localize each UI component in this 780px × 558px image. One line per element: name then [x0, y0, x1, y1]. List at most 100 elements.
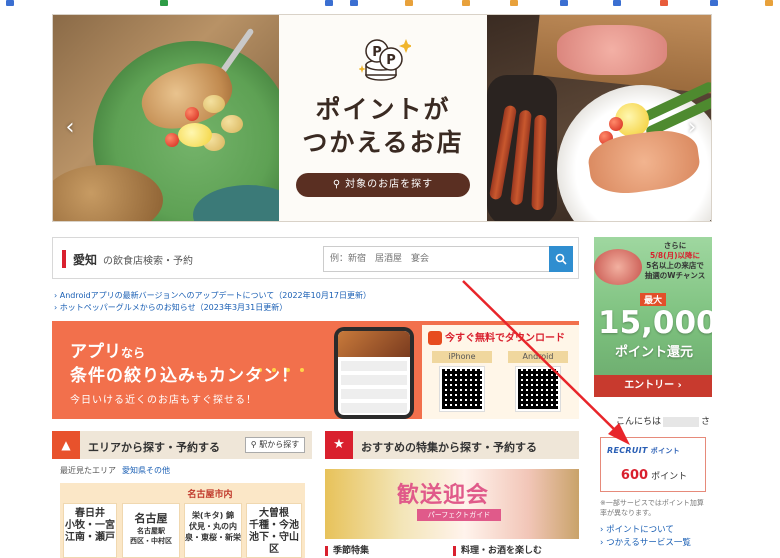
- area-cell-ozone[interactable]: 大曽根 千種・今池 池下・守山区: [246, 503, 302, 558]
- svg-text:P: P: [386, 53, 396, 68]
- point-amount: 600: [620, 468, 649, 483]
- station-search-label: 駅から探す: [259, 440, 300, 449]
- area-cell-text: 泉・東桜・新栄: [185, 533, 241, 542]
- area-cell-text: 名古屋: [134, 512, 168, 525]
- area-cell-text: 千種・今池: [249, 520, 299, 531]
- promo-return-label: ポイント還元: [614, 345, 693, 360]
- android-qr-code[interactable]: [515, 366, 561, 412]
- location-pin-icon: ▲: [52, 431, 80, 459]
- hero-food-photo-right: [487, 15, 711, 221]
- area-section-title: エリアから探す・予約する: [88, 441, 220, 454]
- promo-food-image: [594, 249, 642, 285]
- area-section-header: ▲ エリアから探す・予約する ⚲ 駅から探す: [52, 431, 312, 459]
- area-cell-text: 池下・守山区: [249, 532, 299, 555]
- download-title-text: 今すぐ無料でダウンロード: [445, 333, 565, 344]
- link-services-list[interactable]: つかえるサービス一覧: [600, 537, 691, 550]
- recent-area-link[interactable]: 愛知県その他: [122, 466, 170, 475]
- recruit-logo: RECRUIT ポイント: [607, 446, 680, 456]
- point-note: ※一部サービスではポイント加算率が異なります。: [600, 499, 704, 517]
- search-icon: [555, 253, 567, 265]
- search-bar: 愛知 の飲食店検索・予約: [52, 237, 579, 279]
- area-cell-kasugai[interactable]: 春日井 小牧・一宮 江南・瀬戸: [63, 503, 117, 558]
- top-strip: [0, 0, 780, 8]
- link-about-points[interactable]: ポイントについて: [600, 524, 691, 537]
- recruit-point-card[interactable]: RECRUIT ポイント 600 ポイント: [600, 437, 706, 492]
- user-name-redacted: [663, 416, 700, 427]
- area-grid: 春日井 小牧・一宮 江南・瀬戸 名古屋市内 名古屋 名古屋駅 西区・中村区 栄(…: [60, 483, 305, 558]
- app-banner-line2-small: も: [196, 370, 210, 384]
- search-subtitle: の飲食店検索・予約: [103, 256, 193, 267]
- area-cell-text: 伏見・丸の内: [189, 522, 237, 531]
- app-logo-icon: [428, 331, 442, 345]
- promo-line1: さらに: [663, 241, 687, 250]
- search-input[interactable]: [323, 246, 551, 272]
- app-banner-line2: 条件の絞り込みもカンタン！: [70, 361, 299, 386]
- app-banner-line1-small: なら: [121, 346, 146, 360]
- android-label: Android: [508, 351, 568, 363]
- find-shops-button[interactable]: ⚲ 対象のお店を探す: [296, 173, 470, 197]
- user-points-panel: こんにちは さん RECRUIT ポイント 600 ポイント ※一部サービスではポイ…: [594, 408, 712, 558]
- notice-link-news[interactable]: › ホットペッパーグルメからのお知らせ（2023年3月31日更新）: [54, 302, 371, 314]
- area-cell-subtext: 西区・中村区: [130, 537, 172, 545]
- area-cell-sakae[interactable]: 栄(キタ) 錦 伏見・丸の内 泉・東桜・新栄: [184, 503, 242, 558]
- chevron-right-icon[interactable]: ›: [683, 115, 701, 141]
- entry-button[interactable]: エントリー ›: [594, 375, 712, 397]
- notice-text: Androidアプリの最新バージョンへのアップデートについて（2022年10月1…: [59, 291, 371, 300]
- promo-amount: 15,000: [598, 305, 712, 341]
- point-balance: 600 ポイント: [601, 468, 707, 483]
- recommend-section-header: ★ おすすめの特集から探す・予約する: [325, 431, 579, 459]
- download-title: 今すぐ無料でダウンロード: [428, 329, 565, 345]
- phone-mockup: [334, 327, 414, 419]
- search-icon: ⚲: [332, 179, 342, 190]
- recommend-section-title: おすすめの特集から探す・予約する: [361, 441, 537, 454]
- chevron-left-icon[interactable]: ‹: [61, 115, 79, 141]
- brand-name: RECRUIT: [607, 446, 648, 455]
- coin-stack-icon: P P: [359, 39, 411, 81]
- download-panel: 今すぐ無料でダウンロード iPhone Android: [422, 325, 579, 419]
- search-accent-bar: [62, 250, 66, 268]
- hero-title-line2: つかえるお店: [302, 128, 464, 157]
- promo-line2: 5/8(月)以降に: [649, 251, 701, 260]
- tab-food-drink[interactable]: 料理・お酒を楽しむ: [453, 543, 542, 556]
- recent-areas: 最近見たエリア 愛知県その他: [60, 465, 170, 476]
- promo-line4: 抽選のWチャンス: [644, 271, 706, 280]
- feature-subtitle: パーフェクトガイド: [417, 509, 501, 521]
- iphone-label: iPhone: [432, 351, 492, 363]
- search-area-name[interactable]: 愛知: [73, 251, 97, 268]
- feature-title: 歓送迎会: [397, 482, 490, 508]
- area-cell-text: 江南・瀬戸: [65, 532, 115, 543]
- area-cell-subtext: 名古屋駅: [137, 527, 165, 535]
- promo-header: さらに 5/8(月)以降に 5名以上の来店で 抽選のWチャンス: [638, 241, 712, 281]
- app-download-banner[interactable]: アプリなら 条件の絞り込みもカンタン！ 今日いける近くのお店もすぐ探せる！ 今す…: [52, 321, 579, 419]
- point-campaign-banner[interactable]: さらに 5/8(月)以降に 5名以上の来店で 抽選のWチャンス 最大 15,00…: [594, 237, 712, 397]
- star-icon: ★: [325, 431, 353, 459]
- app-banner-line1: アプリなら: [70, 337, 145, 362]
- notice-text: ホットペッパーグルメからのお知らせ（2023年3月31日更新）: [59, 303, 288, 312]
- app-banner-line2-b: カンタン！: [209, 366, 300, 386]
- recent-areas-label: 最近見たエリア: [60, 466, 116, 475]
- hero-banner[interactable]: P P ポイントが つかえるお店 ⚲ 対象のお店を探す ‹ ›: [52, 14, 712, 222]
- point-unit: ポイント: [651, 472, 688, 482]
- area-cell-text: 栄(キタ) 錦: [191, 511, 235, 520]
- tab-seasonal[interactable]: 季節特集: [325, 543, 369, 556]
- area-search-section: ▲ エリアから探す・予約する ⚲ 駅から探す 最近見たエリア 愛知県その他 春日井…: [52, 431, 312, 558]
- iphone-qr-code[interactable]: [439, 366, 485, 412]
- promo-line3: 5名以上の来店で: [646, 261, 704, 270]
- farewell-party-feature-banner[interactable]: 歓送迎会 パーフェクトガイド: [325, 469, 579, 539]
- notice-list: › Androidアプリの最新バージョンへのアップデートについて（2022年10…: [54, 290, 371, 314]
- point-links: ポイントについて つかえるサービス一覧: [600, 524, 691, 550]
- app-banner-line2-a: 条件の絞り込み: [70, 366, 196, 386]
- search-button[interactable]: [549, 246, 573, 272]
- app-banner-line1-big: アプリ: [70, 342, 121, 362]
- area-cell-text: 春日井: [75, 508, 105, 519]
- app-banner-line3: 今日いける近くのお店もすぐ探せる！: [70, 395, 257, 406]
- area-cell-text: 小牧・一宮: [65, 520, 115, 531]
- notice-link-android-update[interactable]: › Androidアプリの最新バージョンへのアップデートについて（2022年10…: [54, 290, 371, 302]
- area-cell-text: 大曽根: [259, 508, 289, 519]
- find-shops-button-label: 対象のお店を探す: [345, 179, 434, 190]
- brand-sub: ポイント: [650, 447, 680, 455]
- recommend-section: ★ おすすめの特集から探す・予約する 歓送迎会 パーフェクトガイド 季節特集 料…: [325, 431, 579, 558]
- station-search-button[interactable]: ⚲ 駅から探す: [245, 437, 305, 453]
- hero-title-line1: ポイントが: [315, 95, 451, 124]
- area-cell-nagoya[interactable]: 名古屋 名古屋駅 西区・中村区: [122, 503, 180, 558]
